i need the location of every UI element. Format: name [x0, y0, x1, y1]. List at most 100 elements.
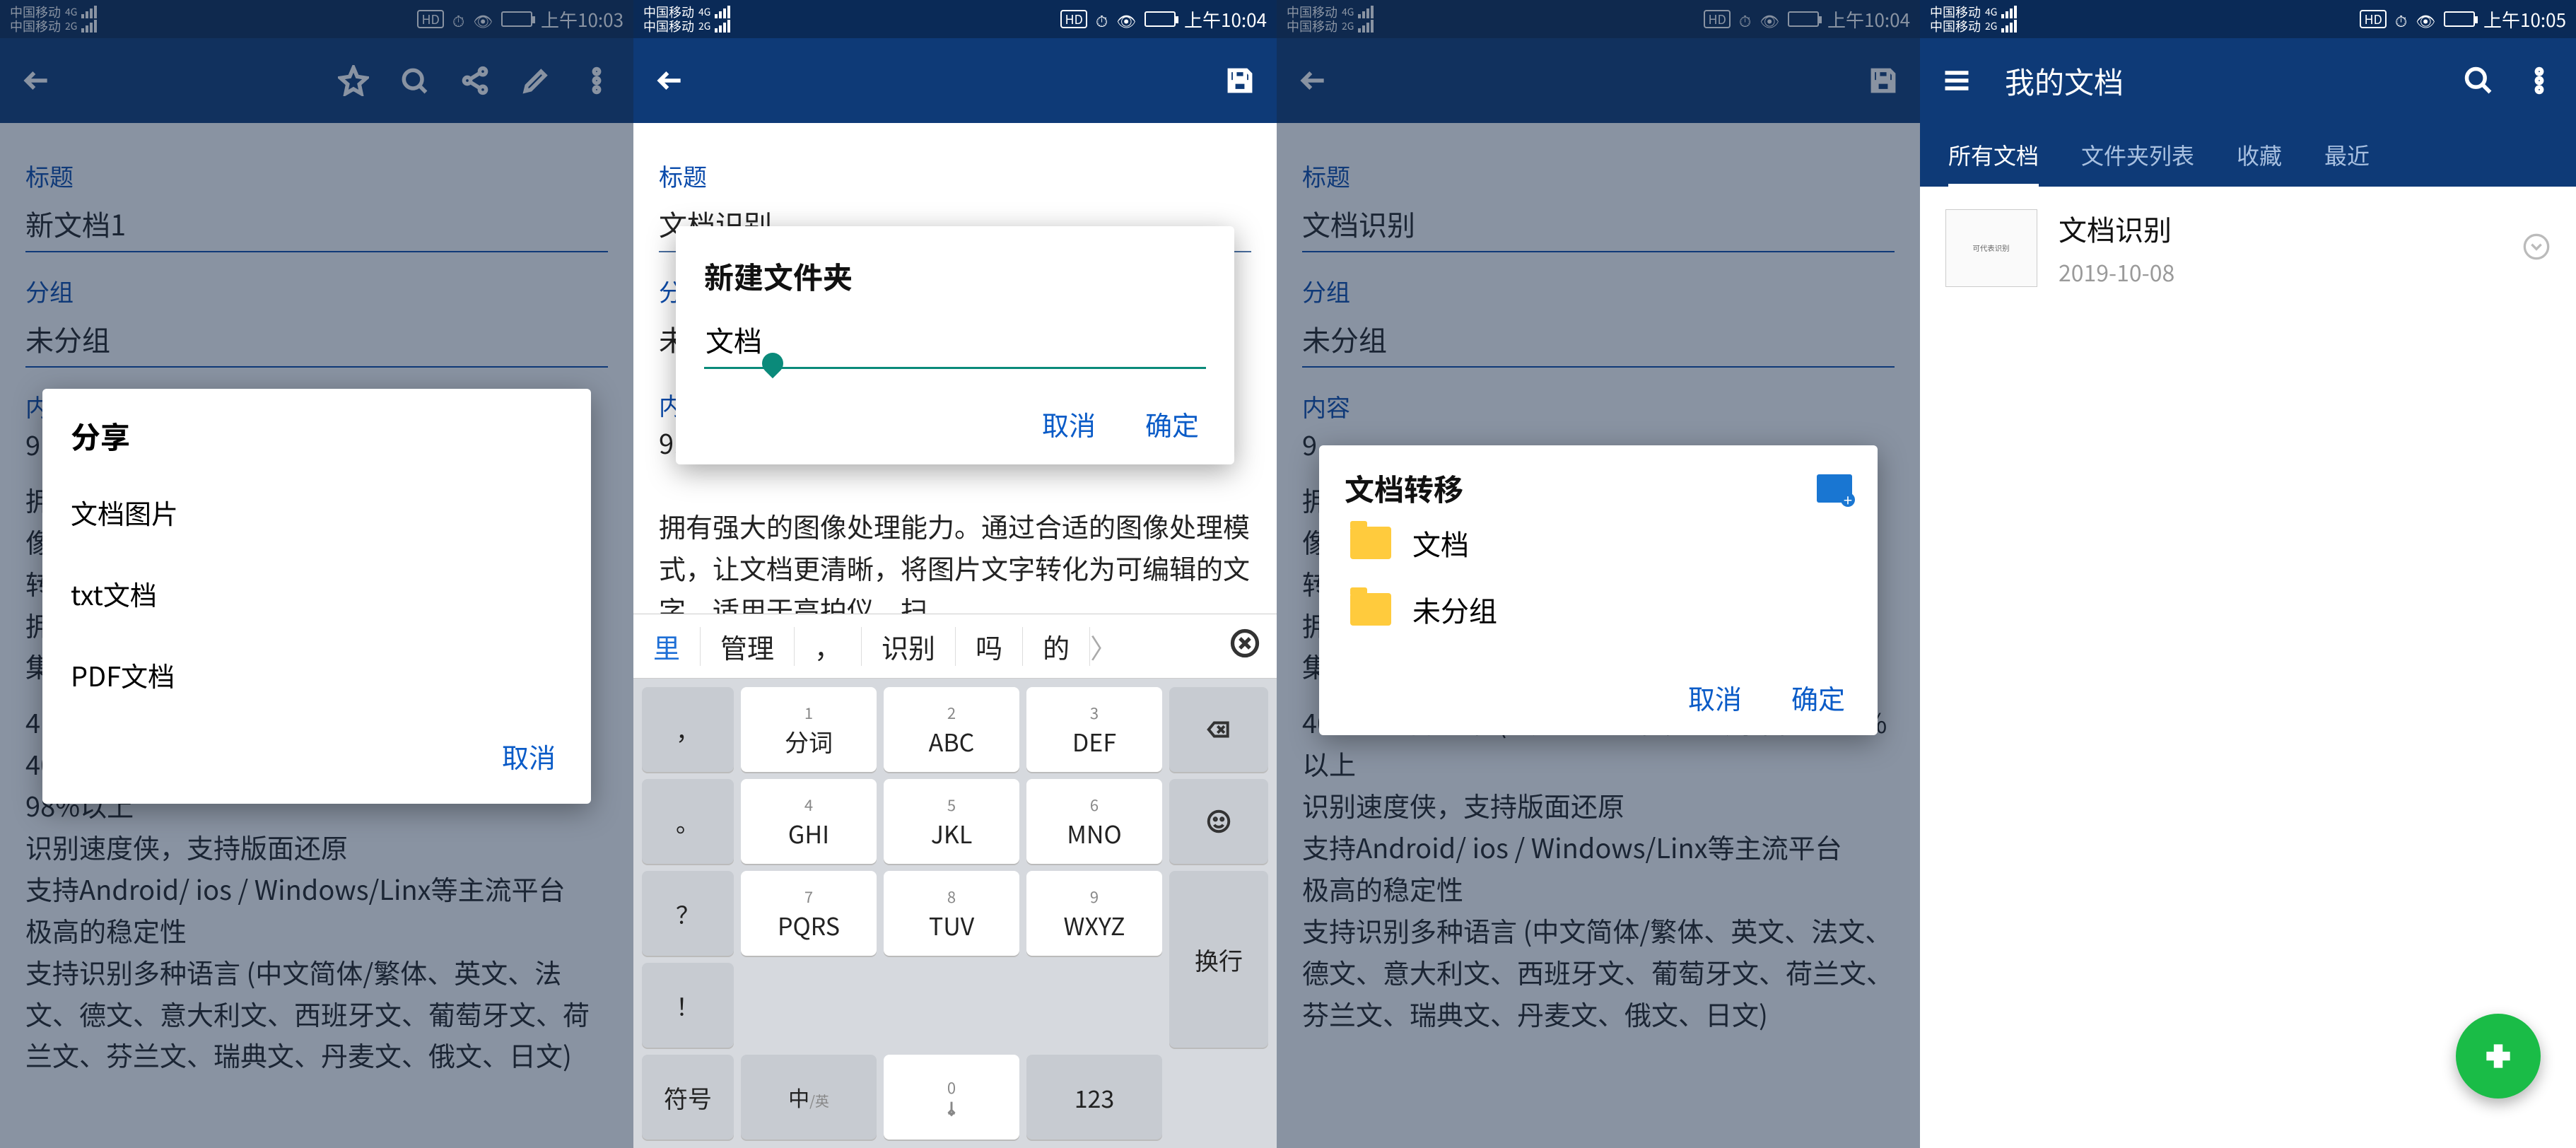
tab-favorites[interactable]: 收藏 [2237, 122, 2282, 188]
key-7[interactable]: 7PQRS [741, 871, 877, 956]
key-3[interactable]: 3DEF [1026, 687, 1162, 772]
tab-bar: 所有文档 文件夹列表 收藏 最近 [1920, 123, 2576, 187]
share-option-pdf[interactable]: PDF文档 [42, 634, 591, 715]
hd-badge: HD [1060, 10, 1087, 28]
tab-recent[interactable]: 最近 [2324, 122, 2370, 188]
clock-text: 上午10:04 [1184, 6, 1267, 33]
key-emoji-icon[interactable] [1169, 779, 1268, 864]
cancel-button[interactable]: 取消 [1035, 397, 1103, 450]
folder-icon [1350, 527, 1391, 559]
key-backspace-icon[interactable] [1169, 687, 1268, 772]
content-label: 内容 [1302, 389, 1895, 423]
key-question[interactable]: ？ [642, 871, 734, 956]
hd-badge: HD [1704, 10, 1731, 28]
hd-badge: HD [2360, 10, 2387, 28]
title-value[interactable]: 新文档1 [25, 193, 608, 252]
more-icon[interactable] [2519, 61, 2559, 100]
key-period[interactable]: 。 [642, 779, 734, 864]
key-symbol[interactable]: 符号 [642, 1055, 734, 1140]
confirm-button[interactable]: 确定 [1784, 671, 1852, 724]
new-folder-icon[interactable] [1817, 474, 1852, 503]
key-num[interactable]: 123 [1026, 1055, 1162, 1140]
status-bar: 中国移动 4G 中国移动 2G HD 上午10:03 [0, 0, 633, 38]
clock-text: 上午10:04 [1827, 6, 1910, 33]
key-space[interactable]: 0 [884, 1055, 1019, 1140]
chevron-down-icon[interactable] [2522, 233, 2551, 264]
document-list: 可代表识别 文档识别 2019-10-08 [1920, 187, 2576, 310]
battery-icon [1788, 11, 1819, 27]
menu-icon[interactable] [1937, 61, 1977, 100]
page-title: 我的文档 [2005, 59, 2124, 102]
alarm-icon [2395, 6, 2407, 33]
screen-doc-list: 中国移动 4G 中国移动 2G HD 上午10:05 我的文档 所有文档 文件夹… [1920, 0, 2576, 1148]
folder-option-0[interactable]: 文档 [1345, 510, 1852, 576]
doc-name: 文档识别 [2059, 208, 2174, 249]
status-bar: 中国移动 4G 中国移动 2G HD 上午10:05 [1920, 0, 2576, 38]
back-icon[interactable] [650, 61, 690, 100]
share-option-txt[interactable]: txt文档 [42, 553, 591, 634]
share-icon[interactable] [455, 61, 495, 100]
group-label: 分组 [25, 274, 608, 308]
key-exclaim[interactable]: ！ [642, 963, 734, 1048]
suggestion-5[interactable]: 的 [1023, 627, 1090, 666]
more-icon[interactable] [577, 61, 616, 100]
alarm-icon [452, 6, 464, 33]
key-1[interactable]: 1分词 [741, 687, 877, 772]
suggestion-4[interactable]: 吗 [956, 627, 1023, 666]
app-bar: 我的文档 [1920, 38, 2576, 123]
move-dialog: 文档转移 文档 未分组 取消 确定 [1319, 445, 1878, 735]
list-item[interactable]: 可代表识别 文档识别 2019-10-08 [1920, 187, 2576, 310]
status-bar: 中国移动 4G 中国移动 2G HD 上午10:04 [1277, 0, 1920, 38]
suggestion-close-icon[interactable] [1213, 627, 1277, 666]
save-icon[interactable] [1863, 61, 1903, 100]
key-comma[interactable]: ， [642, 687, 734, 772]
suggestion-bar: 里 管理 ， 识别 吗 的 〉 [633, 614, 1277, 679]
doc-thumbnail: 可代表识别 [1945, 209, 2037, 287]
alarm-icon [1739, 6, 1751, 33]
key-4[interactable]: 4GHI [741, 779, 877, 864]
add-button[interactable] [2456, 1014, 2541, 1099]
suggestion-1[interactable]: 管理 [701, 627, 795, 666]
tab-folders[interactable]: 文件夹列表 [2081, 122, 2194, 188]
key-2[interactable]: 2ABC [884, 687, 1019, 772]
app-bar [633, 38, 1277, 123]
eye-icon [1760, 6, 1779, 33]
hd-badge: HD [417, 10, 444, 28]
confirm-button[interactable]: 确定 [1138, 397, 1206, 450]
suggestion-more[interactable]: 〉 [1090, 627, 1097, 666]
key-5[interactable]: 5JKL [884, 779, 1019, 864]
clock-text: 上午10:05 [2483, 6, 2566, 33]
share-cancel-button[interactable]: 取消 [495, 730, 563, 783]
body-suffix: 400DPI扫描文档(AI办公纯文档） 识别率高达98%以上 识别速度侠，支持版… [1277, 701, 1920, 1034]
key-enter[interactable]: 换行 [1169, 871, 1268, 1048]
key-6[interactable]: 6MNO [1026, 779, 1162, 864]
ocr-icon[interactable] [394, 61, 434, 100]
doc-date: 2019-10-08 [2059, 256, 2174, 288]
back-icon[interactable] [1294, 61, 1333, 100]
title-label: 标题 [659, 158, 1251, 193]
suggestion-2[interactable]: ， [795, 627, 862, 666]
save-icon[interactable] [1220, 61, 1260, 100]
suggestion-3[interactable]: 识别 [862, 627, 956, 666]
suggestion-0[interactable]: 里 [633, 627, 701, 666]
share-option-image[interactable]: 文档图片 [42, 472, 591, 553]
app-bar [1277, 38, 1920, 123]
star-icon[interactable] [334, 61, 373, 100]
alarm-icon [1096, 6, 1108, 33]
group-value[interactable]: 未分组 [25, 308, 608, 368]
clock-text: 上午10:03 [541, 6, 623, 33]
key-8[interactable]: 8TUV [884, 871, 1019, 956]
key-lang[interactable]: 中/英 [741, 1055, 877, 1140]
title-value[interactable]: 文档识别 [1302, 193, 1895, 252]
share-dialog: 分享 文档图片 txt文档 PDF文档 取消 [42, 389, 591, 804]
edit-icon[interactable] [516, 61, 556, 100]
group-value[interactable]: 未分组 [1302, 308, 1895, 368]
document-form: 标题 新文档1 分组 未分组 内 [0, 123, 633, 423]
group-label: 分组 [1302, 274, 1895, 308]
cancel-button[interactable]: 取消 [1681, 671, 1749, 724]
tab-all-docs[interactable]: 所有文档 [1948, 122, 2039, 188]
folder-option-1[interactable]: 未分组 [1345, 576, 1852, 643]
key-9[interactable]: 9WXYZ [1026, 871, 1162, 956]
search-icon[interactable] [2459, 61, 2498, 100]
back-icon[interactable] [17, 61, 57, 100]
